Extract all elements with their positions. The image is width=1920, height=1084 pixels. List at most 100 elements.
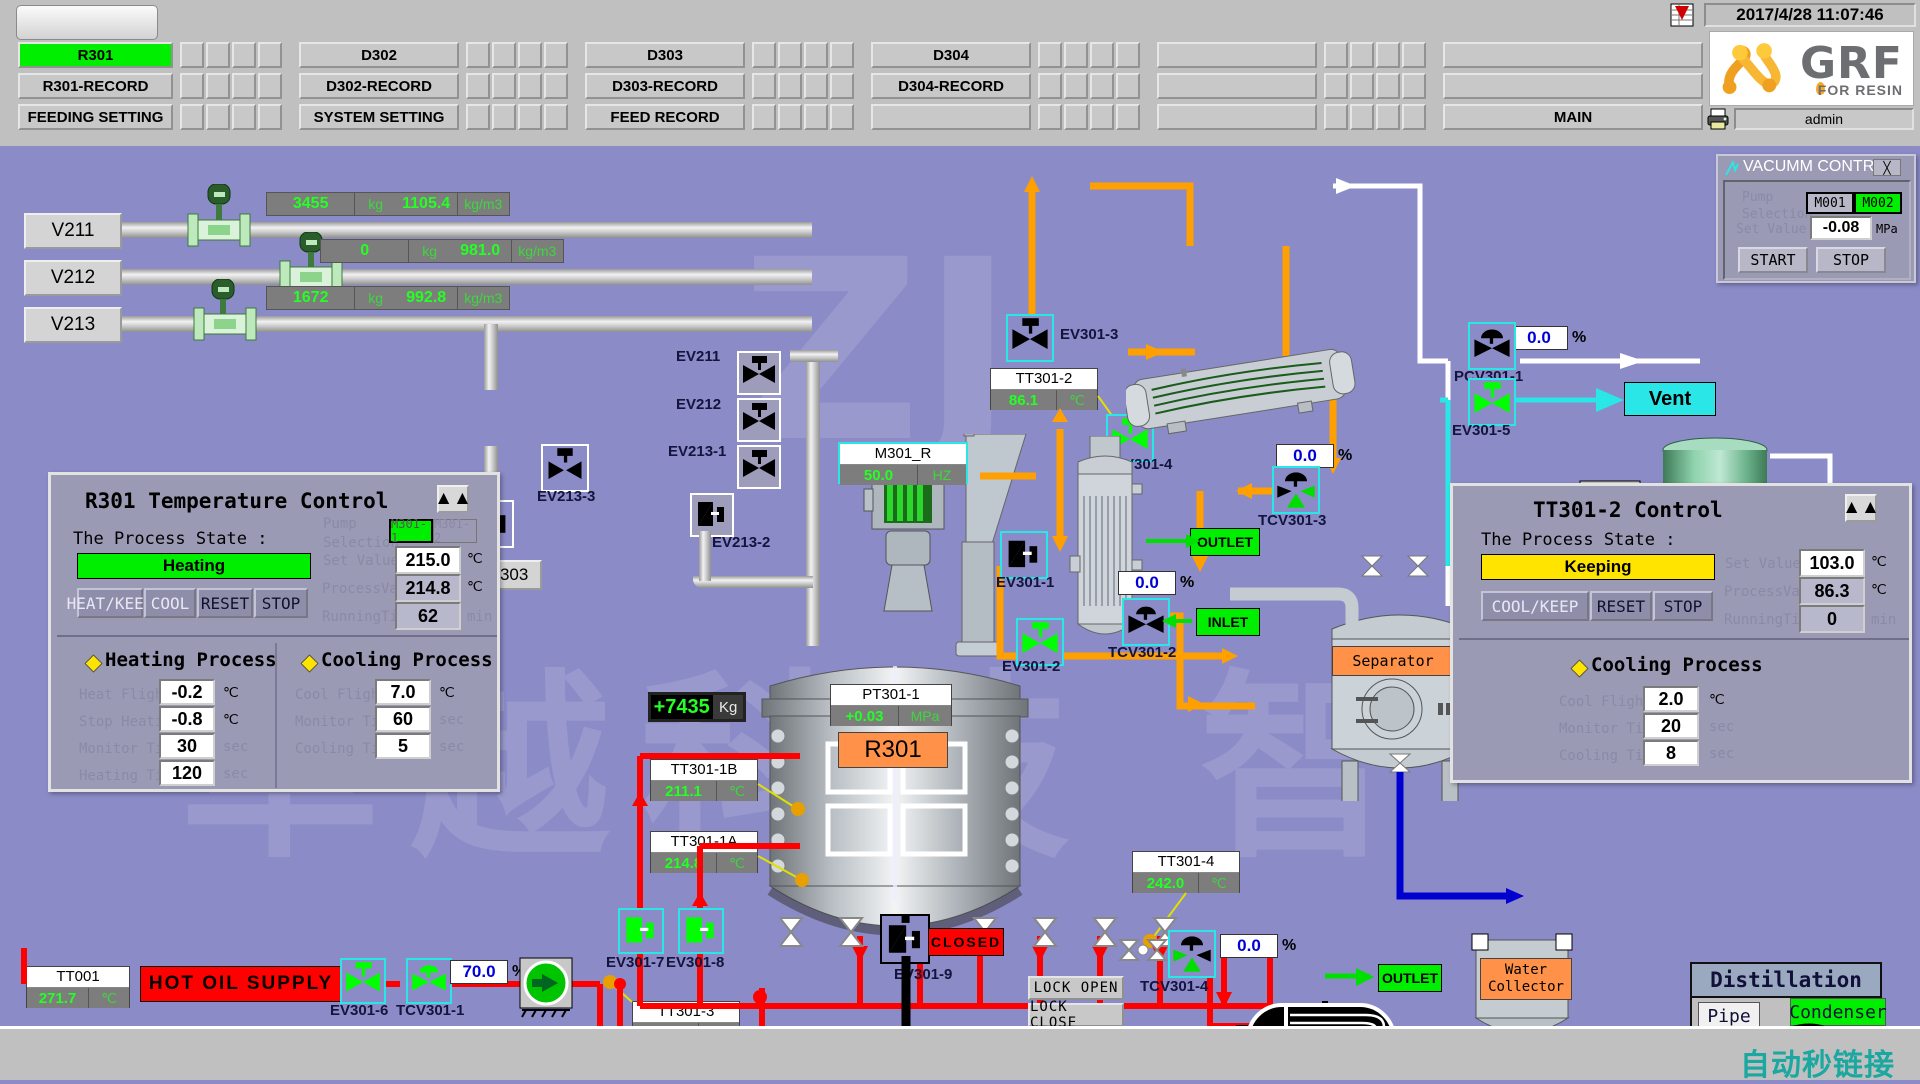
r301-cool-button[interactable]: COOL bbox=[144, 588, 196, 618]
nav-slot[interactable] bbox=[1064, 42, 1088, 68]
nav-slot[interactable] bbox=[1324, 73, 1348, 99]
nav-slot[interactable] bbox=[206, 104, 230, 130]
heat-monitor-time-field[interactable]: 30 bbox=[159, 733, 215, 759]
nav-slot[interactable] bbox=[544, 73, 568, 99]
nav-slot[interactable] bbox=[1038, 104, 1062, 130]
nav-slot[interactable] bbox=[830, 42, 854, 68]
nav-slot[interactable] bbox=[1090, 104, 1114, 130]
nav-slot[interactable] bbox=[1324, 104, 1348, 130]
nav-button-d304-record[interactable]: D304-RECORD bbox=[871, 73, 1031, 99]
nav-slot[interactable] bbox=[466, 104, 490, 130]
nav-button-r301[interactable]: R301 bbox=[18, 42, 173, 68]
nav-slot[interactable] bbox=[232, 42, 256, 68]
nav-slot[interactable] bbox=[830, 104, 854, 130]
tt2-monitor-time-field[interactable]: 20 bbox=[1643, 713, 1699, 739]
tt2-reset-button[interactable]: RESET bbox=[1590, 591, 1652, 621]
tt2-set-value-field[interactable]: 103.0 bbox=[1799, 549, 1865, 577]
nav-slot[interactable] bbox=[180, 73, 204, 99]
stop-heating-field[interactable]: -0.8 bbox=[159, 706, 215, 732]
nav-slot[interactable] bbox=[544, 104, 568, 130]
nav-button-feeding-setting[interactable]: FEEDING SETTING bbox=[18, 104, 173, 130]
nav-slot[interactable] bbox=[804, 104, 828, 130]
cooling-time-field[interactable]: 5 bbox=[375, 733, 431, 759]
nav-button-empty[interactable] bbox=[871, 104, 1031, 130]
nav-slot[interactable] bbox=[492, 104, 516, 130]
nav-slot[interactable] bbox=[492, 42, 516, 68]
nav-slot[interactable] bbox=[258, 42, 282, 68]
nav-slot[interactable] bbox=[1350, 104, 1374, 130]
nav-slot[interactable] bbox=[466, 42, 490, 68]
tt2-panel-collapse-icon[interactable]: ▲▲ bbox=[1845, 494, 1877, 522]
nav-slot[interactable] bbox=[180, 104, 204, 130]
nav-slot[interactable] bbox=[1402, 73, 1426, 99]
nav-slot[interactable] bbox=[1116, 104, 1140, 130]
nav-slot[interactable] bbox=[1064, 104, 1088, 130]
nav-slot[interactable] bbox=[1376, 42, 1400, 68]
heating-time-field[interactable]: 120 bbox=[159, 760, 215, 786]
nav-slot[interactable] bbox=[518, 42, 542, 68]
nav-slot[interactable] bbox=[180, 42, 204, 68]
nav-button-empty[interactable] bbox=[1443, 42, 1703, 68]
distillation-pipe-button[interactable]: Pipe bbox=[1698, 1002, 1760, 1026]
nav-slot[interactable] bbox=[778, 42, 802, 68]
nav-slot[interactable] bbox=[258, 104, 282, 130]
nav-slot[interactable] bbox=[492, 73, 516, 99]
nav-button-system-setting[interactable]: SYSTEM SETTING bbox=[299, 104, 459, 130]
nav-slot[interactable] bbox=[1116, 42, 1140, 68]
nav-slot[interactable] bbox=[518, 104, 542, 130]
nav-slot[interactable] bbox=[804, 42, 828, 68]
nav-button-d303[interactable]: D303 bbox=[585, 42, 745, 68]
nav-button-d302[interactable]: D302 bbox=[299, 42, 459, 68]
nav-slot[interactable] bbox=[752, 73, 776, 99]
nav-button-d303-record[interactable]: D303-RECORD bbox=[585, 73, 745, 99]
r301-reset-button[interactable]: RESET bbox=[197, 588, 253, 618]
nav-slot[interactable] bbox=[1064, 73, 1088, 99]
tt2-cool-flight-field[interactable]: 2.0 bbox=[1643, 686, 1699, 712]
nav-button-empty[interactable] bbox=[1157, 73, 1317, 99]
nav-slot[interactable] bbox=[518, 73, 542, 99]
nav-slot[interactable] bbox=[466, 73, 490, 99]
nav-slot[interactable] bbox=[752, 42, 776, 68]
heat-flight-field[interactable]: -0.2 bbox=[159, 679, 215, 705]
nav-button-feed-record[interactable]: FEED RECORD bbox=[585, 104, 745, 130]
nav-slot[interactable] bbox=[1038, 73, 1062, 99]
nav-slot[interactable] bbox=[258, 73, 282, 99]
nav-button-empty[interactable] bbox=[1157, 42, 1317, 68]
r301-heat-keep-button[interactable]: HEAT/KEEP bbox=[77, 588, 143, 618]
cool-flight-field[interactable]: 7.0 bbox=[375, 679, 431, 705]
nav-slot[interactable] bbox=[1324, 42, 1348, 68]
tt2-cooling-time-field[interactable]: 8 bbox=[1643, 740, 1699, 766]
vacuum-panel-close-button[interactable]: ╳ bbox=[1873, 159, 1901, 176]
nav-slot[interactable] bbox=[804, 73, 828, 99]
nav-button-d304[interactable]: D304 bbox=[871, 42, 1031, 68]
nav-slot[interactable] bbox=[1116, 73, 1140, 99]
nav-slot[interactable] bbox=[1376, 104, 1400, 130]
nav-slot[interactable] bbox=[1090, 42, 1114, 68]
nav-button-empty[interactable] bbox=[1157, 104, 1317, 130]
nav-slot[interactable] bbox=[830, 73, 854, 99]
nav-slot[interactable] bbox=[1376, 73, 1400, 99]
nav-slot[interactable] bbox=[206, 42, 230, 68]
nav-slot[interactable] bbox=[1090, 73, 1114, 99]
nav-slot[interactable] bbox=[1350, 73, 1374, 99]
tt2-stop-button[interactable]: STOP bbox=[1653, 591, 1713, 621]
nav-slot[interactable] bbox=[752, 104, 776, 130]
r301-pump-m301-2-button[interactable]: M301-2 bbox=[433, 519, 477, 543]
vacuum-pump-m001-button[interactable]: M001 bbox=[1806, 192, 1854, 214]
nav-button-d302-record[interactable]: D302-RECORD bbox=[299, 73, 459, 99]
r301-set-value-field[interactable]: 215.0 bbox=[395, 546, 461, 574]
vacuum-stop-button[interactable]: STOP bbox=[1816, 247, 1886, 273]
nav-slot[interactable] bbox=[232, 104, 256, 130]
printer-icon[interactable] bbox=[1706, 107, 1730, 131]
r301-pump-m301-1-button[interactable]: M301-1 bbox=[389, 519, 433, 543]
nav-slot[interactable] bbox=[778, 73, 802, 99]
nav-slot[interactable] bbox=[1402, 42, 1426, 68]
nav-slot[interactable] bbox=[232, 73, 256, 99]
vacuum-set-value-field[interactable]: -0.08 bbox=[1810, 216, 1872, 240]
tt2-cool-keep-button[interactable]: COOL/KEEP bbox=[1481, 591, 1589, 621]
vacuum-pump-m002-button[interactable]: M002 bbox=[1854, 192, 1902, 214]
alarm-list-icon[interactable] bbox=[1670, 3, 1694, 27]
nav-slot[interactable] bbox=[1350, 42, 1374, 68]
nav-slot[interactable] bbox=[778, 104, 802, 130]
nav-button-main[interactable]: MAIN bbox=[1443, 104, 1703, 130]
